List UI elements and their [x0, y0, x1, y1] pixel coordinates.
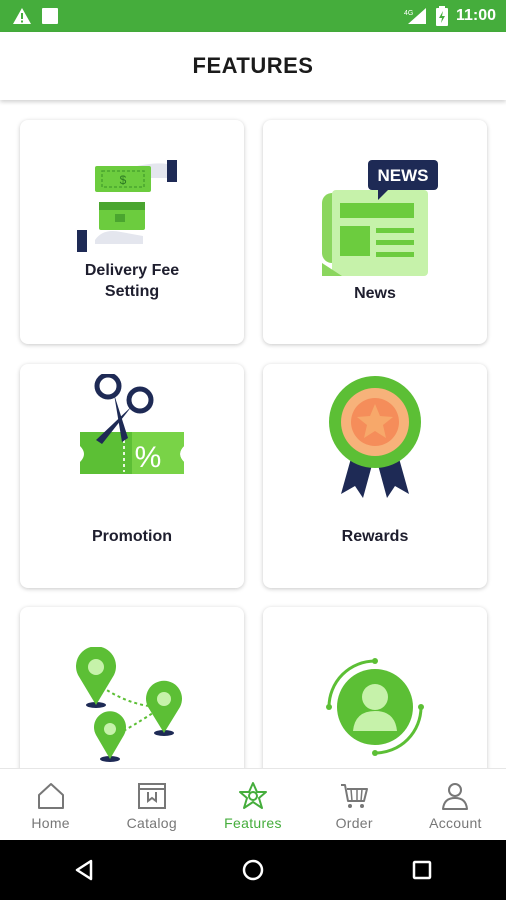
star-badge-icon	[239, 782, 267, 809]
back-icon[interactable]	[72, 858, 96, 882]
svg-text:$: $	[120, 173, 127, 187]
svg-text:NEWS: NEWS	[378, 166, 429, 185]
nav-label: Catalog	[126, 815, 177, 831]
square-notification-icon	[42, 8, 58, 24]
nav-label: Home	[31, 815, 70, 831]
nav-label: Features	[224, 815, 282, 831]
warning-icon	[13, 8, 31, 24]
feature-label: Rewards	[341, 528, 409, 545]
feature-card-promotion[interactable]: % Promotion	[20, 364, 244, 588]
nav-home[interactable]: Home	[0, 769, 101, 841]
feature-label: Promotion	[92, 528, 172, 545]
app-header: FEATURES	[0, 32, 506, 100]
status-bar: 4G 11:00	[0, 0, 506, 32]
system-navigation-bar	[0, 840, 506, 900]
coupon-scissors-icon: %	[80, 374, 184, 474]
feature-card-locations[interactable]	[20, 607, 244, 768]
battery-icon	[435, 6, 448, 26]
location-pins-icon	[76, 647, 182, 762]
newspaper-icon: NEWS	[322, 160, 438, 276]
home-icon	[37, 783, 64, 809]
nav-catalog[interactable]: Catalog	[101, 769, 202, 841]
bottom-navigation: Home Catalog Features Order Account	[0, 768, 506, 841]
nav-order[interactable]: Order	[304, 769, 405, 841]
catalog-icon	[137, 783, 166, 809]
feature-card-rewards[interactable]: Rewards	[263, 364, 487, 588]
cart-icon	[341, 784, 369, 808]
svg-text:%: %	[135, 441, 162, 474]
nav-label: Account	[429, 815, 482, 831]
money-handover-icon: $	[77, 160, 177, 252]
nav-features[interactable]: Features	[202, 769, 303, 841]
recents-icon[interactable]	[410, 858, 434, 882]
status-time: 11:00	[455, 7, 496, 24]
feature-card-delivery-fee[interactable]: $ Delivery Fee Setting	[20, 120, 244, 344]
nav-label: Order	[335, 815, 373, 831]
feature-label: News	[354, 285, 396, 302]
user-profile-icon	[326, 658, 424, 756]
feature-card-profile[interactable]	[263, 607, 487, 768]
nav-account[interactable]: Account	[405, 769, 506, 841]
feature-label: Delivery Fee Setting	[84, 262, 180, 300]
home-circle-icon[interactable]	[241, 858, 265, 882]
award-ribbon-icon	[329, 376, 421, 498]
svg-text:4G: 4G	[404, 10, 413, 17]
person-icon	[442, 783, 469, 810]
signal-icon: 4G	[404, 8, 426, 24]
feature-card-news[interactable]: NEWS News	[263, 120, 487, 344]
page-title: FEATURES	[192, 53, 314, 78]
features-grid: $ Delivery Fee Setting NEWS News % Promo…	[0, 100, 506, 768]
